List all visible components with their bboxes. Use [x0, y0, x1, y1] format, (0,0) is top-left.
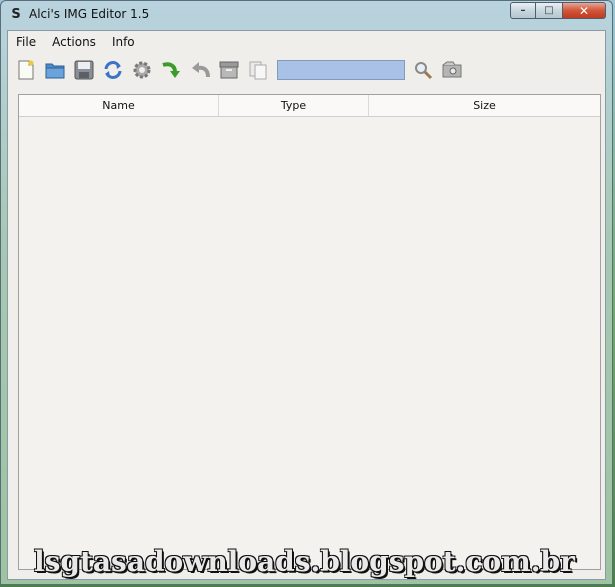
file-list-view[interactable]: Name Type Size	[18, 94, 601, 570]
archive-box-icon[interactable]	[217, 58, 241, 82]
close-icon: ✕	[578, 3, 590, 18]
find-in-archive-icon[interactable]	[440, 58, 464, 82]
client-area: File Actions Info Name Type Size	[7, 30, 606, 580]
close-button[interactable]: ✕	[562, 2, 606, 19]
title-bar[interactable]: S Alci's IMG Editor 1.5 – □ ✕	[1, 1, 612, 29]
minimize-button[interactable]: –	[510, 2, 536, 19]
refresh-icon[interactable]	[101, 58, 125, 82]
column-header-type[interactable]: Type	[219, 95, 369, 116]
maximize-button[interactable]: □	[536, 2, 562, 19]
minimize-icon: –	[520, 5, 526, 16]
magnifier-icon[interactable]	[411, 58, 435, 82]
app-icon: S	[11, 7, 21, 22]
settings-gear-icon[interactable]	[130, 58, 154, 82]
window-controls: – □ ✕	[510, 2, 606, 20]
column-header-size[interactable]: Size	[369, 95, 600, 116]
menu-file[interactable]: File	[8, 31, 44, 53]
menu-info[interactable]: Info	[104, 31, 143, 53]
copy-pages-icon[interactable]	[246, 58, 270, 82]
save-icon[interactable]	[72, 58, 96, 82]
menu-bar: File Actions Info	[8, 31, 605, 53]
open-folder-icon[interactable]	[43, 58, 67, 82]
new-file-icon[interactable]	[14, 58, 38, 82]
column-header-name[interactable]: Name	[19, 95, 219, 116]
app-window: S Alci's IMG Editor 1.5 – □ ✕ File Actio…	[0, 0, 613, 585]
search-input[interactable]	[277, 60, 405, 80]
import-arrow-icon[interactable]	[159, 58, 183, 82]
toolbar	[8, 54, 605, 86]
undo-arrow-icon[interactable]	[188, 58, 212, 82]
watermark-text: lsgtasadownloads.blogspot.com.br	[34, 545, 575, 578]
menu-actions[interactable]: Actions	[44, 31, 104, 53]
list-header: Name Type Size	[19, 95, 600, 117]
window-title: Alci's IMG Editor 1.5	[29, 7, 150, 21]
maximize-icon: □	[544, 5, 554, 16]
